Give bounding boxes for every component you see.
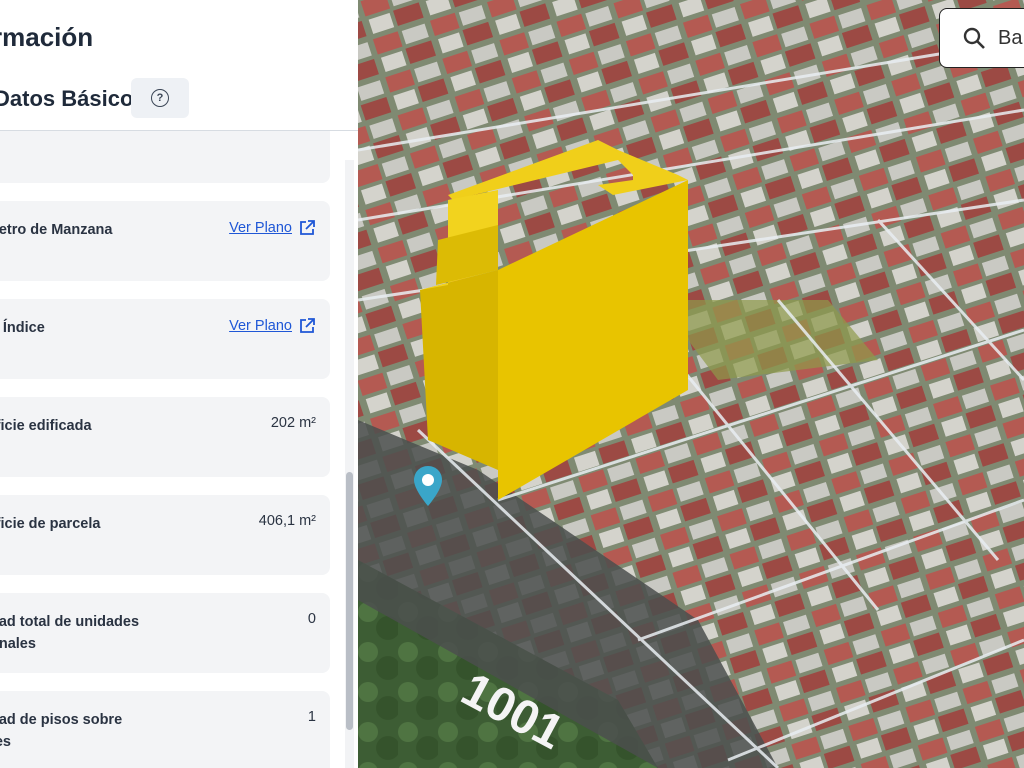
- link-label: Ver Plano: [229, 318, 292, 334]
- link-label: Ver Plano: [229, 220, 292, 236]
- satellite-map: 1001: [358, 0, 1024, 768]
- search-box[interactable]: Ba: [939, 8, 1024, 68]
- tab-datos-basicos[interactable]: Datos Básicos: [0, 86, 146, 112]
- data-card-partial: [0, 131, 330, 183]
- external-link-icon: [300, 318, 315, 333]
- scrollbar-thumb[interactable]: [346, 472, 353, 730]
- card-label: rficie edificada: [0, 418, 92, 434]
- data-card-superficie-edificada: rficie edificada 202 m²: [0, 397, 330, 477]
- card-value: 202 m²: [270, 415, 316, 431]
- card-value: 1: [307, 709, 316, 725]
- ver-plano-link-manzana[interactable]: Ver Plano: [229, 219, 316, 237]
- info-panel: rmación Datos Básicos ? netro de Manzana…: [0, 0, 359, 768]
- search-input[interactable]: Ba: [998, 27, 1022, 50]
- question-circle-icon: ?: [151, 89, 169, 107]
- help-button[interactable]: ?: [131, 78, 189, 118]
- search-icon: [963, 27, 985, 49]
- panel-title: rmación: [0, 22, 94, 52]
- data-card-unidades: dad total de unidades onales 0: [0, 593, 330, 673]
- data-card-indice: o Índice Ver Plano: [0, 299, 330, 379]
- external-link-icon: [300, 220, 315, 235]
- card-value: 0: [307, 611, 316, 627]
- card-label: netro de Manzana: [0, 222, 113, 238]
- card-label: dad de pisos sobre tes: [0, 712, 123, 750]
- card-label: rficie de parcela: [0, 516, 101, 532]
- map-pin-icon[interactable]: [411, 464, 445, 508]
- scrollbar[interactable]: [345, 160, 354, 768]
- data-card-list: netro de Manzana Ver Plano o Índice Ver …: [0, 131, 358, 768]
- card-label: dad total de unidades onales: [0, 614, 140, 652]
- card-label: o Índice: [2, 320, 45, 336]
- ver-plano-link-indice[interactable]: Ver Plano: [229, 317, 316, 335]
- data-card-superficie-parcela: rficie de parcela 406,1 m²: [0, 495, 330, 575]
- map-3d-view[interactable]: 1001: [358, 0, 1024, 768]
- data-card-pisos: dad de pisos sobre tes 1: [0, 691, 330, 768]
- data-card-perimetro-manzana: netro de Manzana Ver Plano: [0, 201, 330, 281]
- card-value: 406,1 m²: [258, 513, 316, 529]
